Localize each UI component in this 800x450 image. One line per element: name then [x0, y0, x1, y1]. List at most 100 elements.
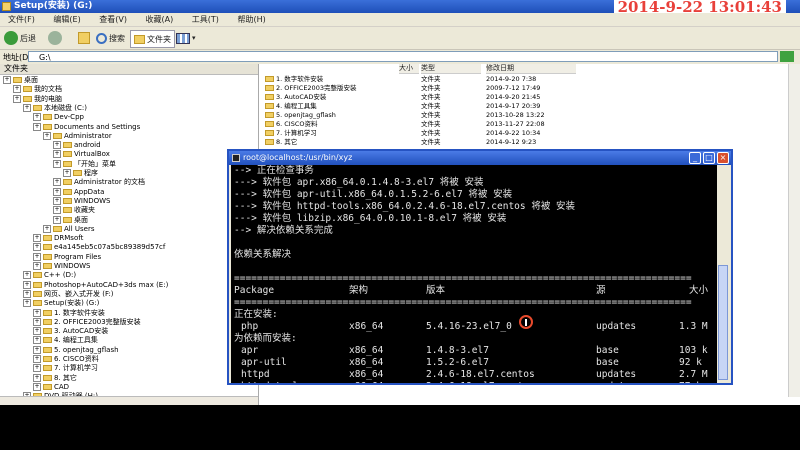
file-row[interactable]: 1. 数字软件安装 文件夹 2014-9-20 7:38: [259, 75, 589, 83]
expand-toggle-icon[interactable]: +: [53, 178, 61, 187]
expand-toggle-icon[interactable]: +: [63, 169, 71, 177]
expand-toggle-icon[interactable]: +: [33, 262, 41, 270]
tree-item[interactable]: + AppData: [53, 187, 104, 197]
tree-item[interactable]: + VirtualBox: [53, 150, 110, 159]
views-button[interactable]: ▾: [176, 30, 196, 46]
expand-toggle-icon[interactable]: +: [33, 327, 41, 336]
close-icon[interactable]: ×: [717, 152, 729, 164]
file-row[interactable]: 2. OFFICE2003完整版安装 文件夹 2009-7-12 17:49: [259, 84, 589, 92]
tree-item[interactable]: + 本地磁盘 (C:): [23, 103, 87, 113]
col-modified[interactable]: 修改日期: [486, 64, 576, 74]
expand-toggle-icon[interactable]: +: [33, 364, 41, 373]
tree-item[interactable]: + 收藏夹: [53, 206, 95, 215]
terminal-scroll-thumb[interactable]: [718, 265, 728, 380]
expand-toggle-icon[interactable]: +: [53, 215, 61, 224]
folders-button[interactable]: 文件夹: [130, 30, 175, 48]
menu-tools[interactable]: 工具(T): [192, 15, 219, 24]
expand-toggle-icon[interactable]: +: [33, 122, 41, 131]
menu-edit[interactable]: 编辑(E): [53, 15, 80, 24]
menu-view[interactable]: 查看(V): [99, 15, 127, 24]
expand-toggle-icon[interactable]: +: [23, 103, 31, 112]
expand-toggle-icon[interactable]: +: [53, 159, 61, 168]
file-row[interactable]: 8. 其它 文件夹 2014-9-12 9:23: [259, 138, 589, 146]
tree-item[interactable]: +5. openjtag_gflash: [33, 345, 119, 355]
back-button[interactable]: 后退: [4, 30, 36, 46]
tree-item[interactable]: + Program Files: [33, 252, 101, 262]
expand-toggle-icon[interactable]: +: [33, 382, 41, 391]
tree-item[interactable]: + All Users: [43, 224, 95, 234]
expand-toggle-icon[interactable]: +: [23, 271, 31, 280]
tree-item[interactable]: + DRMsoft: [33, 234, 83, 243]
tree-item[interactable]: + C++ (D:): [23, 271, 76, 280]
search-button[interactable]: 搜索: [96, 30, 125, 46]
tree-item[interactable]: + Setup(安装) (G:): [23, 299, 99, 308]
expand-toggle-icon[interactable]: +: [53, 150, 61, 159]
tree-item[interactable]: + CAD: [33, 382, 69, 392]
expand-toggle-icon[interactable]: +: [33, 243, 41, 252]
expand-toggle-icon[interactable]: +: [43, 224, 51, 233]
terminal-output[interactable]: --> 正在检查事务 ---> 软件包 apr.x86_64.0.1.4.8-3.…: [231, 165, 717, 383]
expand-toggle-icon[interactable]: +: [33, 345, 41, 354]
file-row[interactable]: 4. 编程工具集 文件夹 2014-9-17 20:39: [259, 102, 589, 110]
expand-toggle-icon[interactable]: +: [33, 308, 41, 317]
up-button[interactable]: [78, 30, 90, 46]
col-size[interactable]: 大小: [399, 64, 419, 74]
tree-item[interactable]: + Dev-Cpp: [33, 113, 84, 122]
tree-item[interactable]: + 「开始」菜单: [53, 159, 116, 169]
tree-item[interactable]: + Administrator 的文档: [53, 178, 145, 187]
tree-item[interactable]: + Photoshop+AutoCAD+3ds max (E:): [23, 280, 168, 290]
tree-item[interactable]: +1. 数字软件安装: [33, 308, 105, 318]
expand-toggle-icon[interactable]: +: [23, 289, 31, 298]
menu-favorites[interactable]: 收藏(A): [146, 15, 174, 24]
tree-item[interactable]: + 我的文档: [13, 85, 62, 94]
expand-toggle-icon[interactable]: +: [43, 131, 51, 140]
maximize-icon[interactable]: □: [703, 152, 715, 164]
menu-help[interactable]: 帮助(H): [237, 15, 265, 24]
file-row[interactable]: 6. CISCO资料 文件夹 2013-11-27 22:08: [259, 120, 589, 128]
expand-toggle-icon[interactable]: +: [53, 141, 61, 150]
expand-toggle-icon[interactable]: +: [3, 76, 11, 84]
tree-horizontal-scrollbar[interactable]: [0, 396, 258, 405]
tree-item[interactable]: +8. 其它: [33, 373, 77, 383]
tree-item[interactable]: +7. 计算机学习: [33, 364, 98, 373]
tree-item[interactable]: + WINDOWS: [53, 196, 111, 206]
file-row[interactable]: 3. AutoCAD安装 文件夹 2014-9-20 21:45: [259, 93, 589, 101]
tree-item[interactable]: + Administrator: [43, 131, 112, 141]
expand-toggle-icon[interactable]: +: [33, 113, 41, 122]
expand-toggle-icon[interactable]: +: [23, 299, 31, 308]
tree-item[interactable]: + 程序: [63, 169, 98, 178]
tree-item[interactable]: + WINDOWS: [33, 262, 91, 271]
go-button[interactable]: [780, 51, 794, 62]
menu-file[interactable]: 文件(F): [8, 15, 35, 24]
tree-item[interactable]: + e4a145eb5c07a5bc89389d57cf: [33, 243, 165, 252]
expand-toggle-icon[interactable]: +: [53, 187, 61, 196]
expand-toggle-icon[interactable]: +: [33, 355, 41, 363]
file-row[interactable]: 5. openjtag_gflash 文件夹 2013-10-28 13:22: [259, 111, 589, 119]
tree-item[interactable]: + 网页、嵌入式开发 (F:): [23, 289, 114, 299]
tree-item[interactable]: +2. OFFICE2003完整版安装: [33, 317, 141, 327]
expand-toggle-icon[interactable]: +: [53, 196, 61, 205]
tree-item[interactable]: +4. 编程工具集: [33, 336, 98, 345]
minimize-icon[interactable]: _: [689, 152, 701, 164]
file-list-scrollbar[interactable]: [788, 64, 800, 397]
expand-toggle-icon[interactable]: +: [33, 336, 41, 345]
terminal-titlebar[interactable]: root@localhost:/usr/bin/xyz _ □ ×: [229, 151, 731, 165]
address-input[interactable]: G:\: [28, 51, 778, 62]
tree-item[interactable]: +3. AutoCAD安装: [33, 327, 108, 336]
file-row[interactable]: 7. 计算机学习 文件夹 2014-9-22 10:34: [259, 129, 589, 137]
expand-toggle-icon[interactable]: +: [33, 373, 41, 382]
tree-item[interactable]: + 桌面: [53, 215, 88, 225]
tree-item[interactable]: + 桌面: [3, 76, 38, 85]
expand-toggle-icon[interactable]: +: [53, 206, 61, 215]
tree-item[interactable]: + 我的电脑: [13, 94, 62, 104]
expand-toggle-icon[interactable]: +: [33, 234, 41, 243]
expand-toggle-icon[interactable]: +: [33, 317, 41, 326]
forward-button[interactable]: [48, 30, 62, 46]
tree-item[interactable]: +6. CISCO资料: [33, 355, 99, 364]
tree-item[interactable]: + android: [53, 141, 101, 150]
expand-toggle-icon[interactable]: +: [13, 85, 21, 94]
terminal-scrollbar[interactable]: [717, 165, 729, 383]
expand-toggle-icon[interactable]: +: [33, 252, 41, 261]
expand-toggle-icon[interactable]: +: [13, 94, 21, 103]
col-type[interactable]: 类型: [421, 64, 481, 74]
